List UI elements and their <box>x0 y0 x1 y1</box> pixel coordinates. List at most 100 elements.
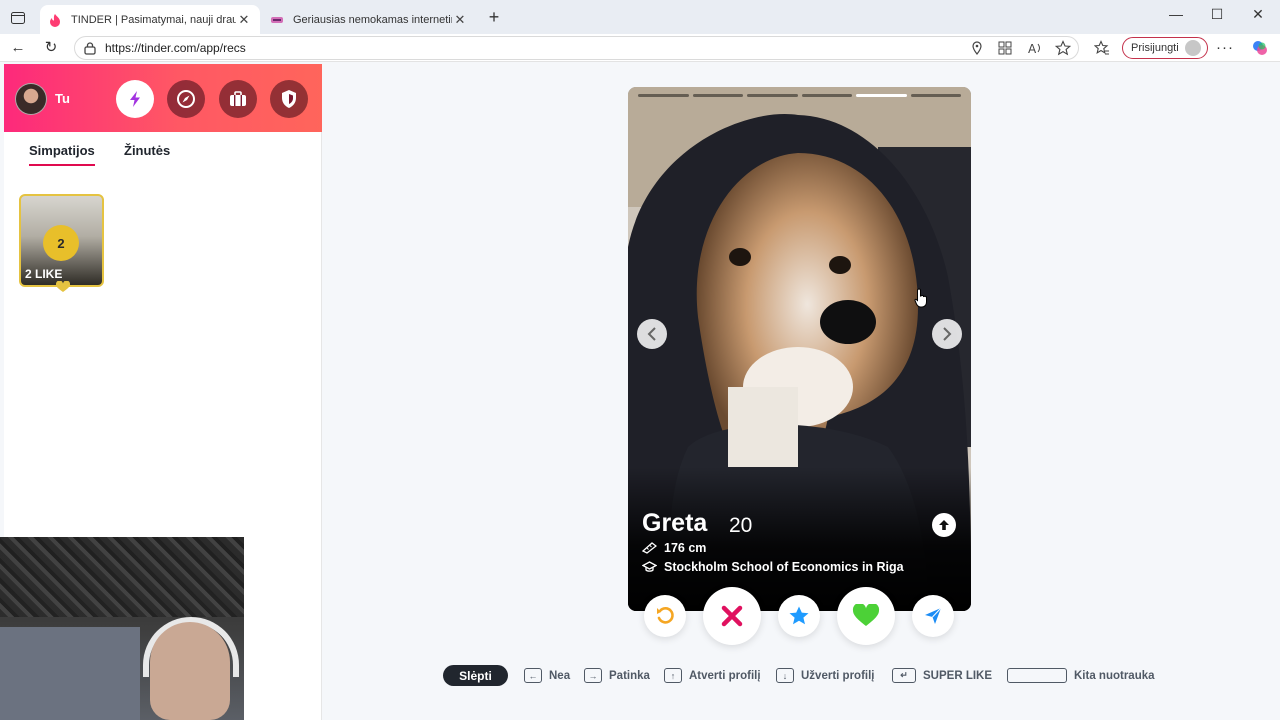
site-info-icon[interactable] <box>83 41 97 55</box>
shortcut-label: Atverti profilį <box>689 669 761 682</box>
shortcut-label: Užverti profilį <box>801 669 875 682</box>
tab-title: TINDER | Pasimatymai, nauji draug <box>71 13 236 26</box>
boost-button[interactable] <box>912 595 954 637</box>
tab-matches[interactable]: Simpatijos <box>29 143 95 166</box>
next-photo-button[interactable] <box>932 319 962 349</box>
rewind-button[interactable] <box>644 595 686 637</box>
more-menu-icon[interactable]: ··· <box>1215 39 1235 57</box>
boost-nav-button[interactable] <box>116 80 154 118</box>
enter-key-icon: ↵ <box>892 668 916 683</box>
sidebar-header: Tu <box>4 64 322 132</box>
photo-bar[interactable] <box>910 94 961 97</box>
nope-button[interactable] <box>703 587 761 645</box>
open-profile-button[interactable] <box>932 513 956 537</box>
heart-icon <box>852 604 880 626</box>
space-key-icon <box>1007 668 1067 683</box>
send-icon <box>925 607 942 624</box>
tinder-app: Tu Simpatijos Žinutės 2 2 LIKE Greta 20 … <box>0 62 1280 720</box>
likes-label: 2 LIKE <box>25 267 63 281</box>
streamer-face <box>150 622 230 720</box>
copilot-icon[interactable] <box>1251 39 1269 57</box>
graduation-cap-icon <box>642 561 657 572</box>
tab-title: Geriausias nemokamas internetin <box>293 13 452 26</box>
photo-bar[interactable] <box>638 94 689 97</box>
address-toolbar: ← ↻ https://tinder.com/app/recs A Prisij… <box>0 34 1280 62</box>
like-button[interactable] <box>837 587 895 645</box>
likes-count-badge: 2 <box>43 225 79 261</box>
new-tab-button[interactable]: + <box>484 7 504 27</box>
shortcut-next-photo: Kita nuotrauka <box>1007 668 1155 683</box>
tab-messages[interactable]: Žinutės <box>124 143 170 164</box>
explore-nav-button[interactable] <box>167 80 205 118</box>
arrow-left-key-icon: ← <box>524 668 542 683</box>
tinder-flame-icon <box>50 13 60 27</box>
browser-tab-tinder[interactable]: TINDER | Pasimatymai, nauji draug ✕ <box>40 5 260 34</box>
profile-height: 176 cm <box>664 541 707 555</box>
shortcut-label: Kita nuotrauka <box>1074 669 1155 682</box>
profile-height-row: 176 cm <box>642 541 706 555</box>
photo-bar-active[interactable] <box>856 94 907 97</box>
shortcut-label: SUPER LIKE <box>923 669 993 682</box>
site-favicon-icon <box>271 16 283 23</box>
minimize-icon[interactable]: — <box>1156 6 1196 22</box>
work-nav-button[interactable] <box>219 80 257 118</box>
my-profile-label[interactable]: Tu <box>55 91 70 106</box>
ruler-icon <box>642 542 657 554</box>
read-aloud-icon[interactable]: A <box>1027 40 1043 56</box>
url-text: https://tinder.com/app/recs <box>105 41 246 55</box>
favorites-icon[interactable] <box>1094 40 1110 56</box>
chevron-right-icon <box>943 327 952 341</box>
profile-card[interactable]: Greta 20 176 cm Stockholm School of Econ… <box>628 87 971 611</box>
gold-heart-icon <box>55 281 71 292</box>
shortcut-open-profile: ↑ Atverti profilį <box>664 668 761 683</box>
close-window-icon[interactable]: ✕ <box>1238 6 1278 23</box>
location-icon[interactable] <box>969 40 985 56</box>
shortcut-super-like: ↵ SUPER LIKE <box>892 668 992 683</box>
arrow-down-key-icon: ↓ <box>776 668 794 683</box>
browser-tab-bar: TINDER | Pasimatymai, nauji draug ✕ Geri… <box>0 0 1280 34</box>
browser-tab-other[interactable]: Geriausias nemokamas internetin ✕ <box>262 5 476 34</box>
favorite-star-icon[interactable] <box>1055 40 1071 56</box>
super-like-button[interactable] <box>778 595 820 637</box>
photo-bar[interactable] <box>801 94 852 97</box>
webcam-overlay <box>0 537 244 720</box>
briefcase-icon <box>230 91 246 106</box>
svg-text:A: A <box>1028 42 1037 56</box>
cross-icon <box>721 605 743 627</box>
arrow-right-key-icon: → <box>584 668 602 683</box>
photo-bar[interactable] <box>747 94 798 97</box>
signin-label: Prisijungti <box>1131 42 1179 54</box>
photo-bar[interactable] <box>692 94 743 97</box>
shortcut-label: Patinka <box>609 669 650 682</box>
my-avatar[interactable] <box>15 83 47 115</box>
lightning-icon <box>130 91 140 107</box>
sidebar-tabs: Simpatijos Žinutės <box>4 132 322 172</box>
shortcut-close-profile: ↓ Užverti profilį <box>776 668 874 683</box>
apps-icon[interactable] <box>997 40 1013 56</box>
back-icon[interactable]: ← <box>8 39 28 57</box>
tab-actions-icon[interactable] <box>8 8 28 28</box>
hand-cursor-icon <box>914 288 927 308</box>
chevron-left-icon <box>647 327 656 341</box>
star-icon <box>789 606 809 625</box>
safety-nav-button[interactable] <box>270 80 308 118</box>
maximize-icon[interactable]: ☐ <box>1197 6 1237 23</box>
photo-progress-bars <box>638 94 961 98</box>
profile-name: Greta <box>642 509 708 537</box>
arrow-up-key-icon: ↑ <box>664 668 682 683</box>
previous-photo-button[interactable] <box>637 319 667 349</box>
hide-shortcuts-button[interactable]: Slėpti <box>443 665 508 686</box>
close-tab-icon[interactable]: ✕ <box>236 12 252 28</box>
shortcut-label: Nea <box>549 669 571 682</box>
shield-icon <box>282 90 296 108</box>
likes-you-card[interactable]: 2 2 LIKE <box>19 194 104 292</box>
profile-school-row: Stockholm School of Economics in Riga <box>642 560 904 574</box>
rewind-icon <box>657 607 674 624</box>
signin-button[interactable]: Prisijungti <box>1122 37 1208 59</box>
url-bar[interactable]: https://tinder.com/app/recs <box>74 36 1079 60</box>
compass-icon <box>177 90 195 108</box>
close-tab-icon[interactable]: ✕ <box>452 12 468 28</box>
refresh-icon[interactable]: ↻ <box>41 39 61 57</box>
shortcut-nope: ← Nea <box>524 668 570 683</box>
profile-avatar-icon <box>1184 40 1201 56</box>
